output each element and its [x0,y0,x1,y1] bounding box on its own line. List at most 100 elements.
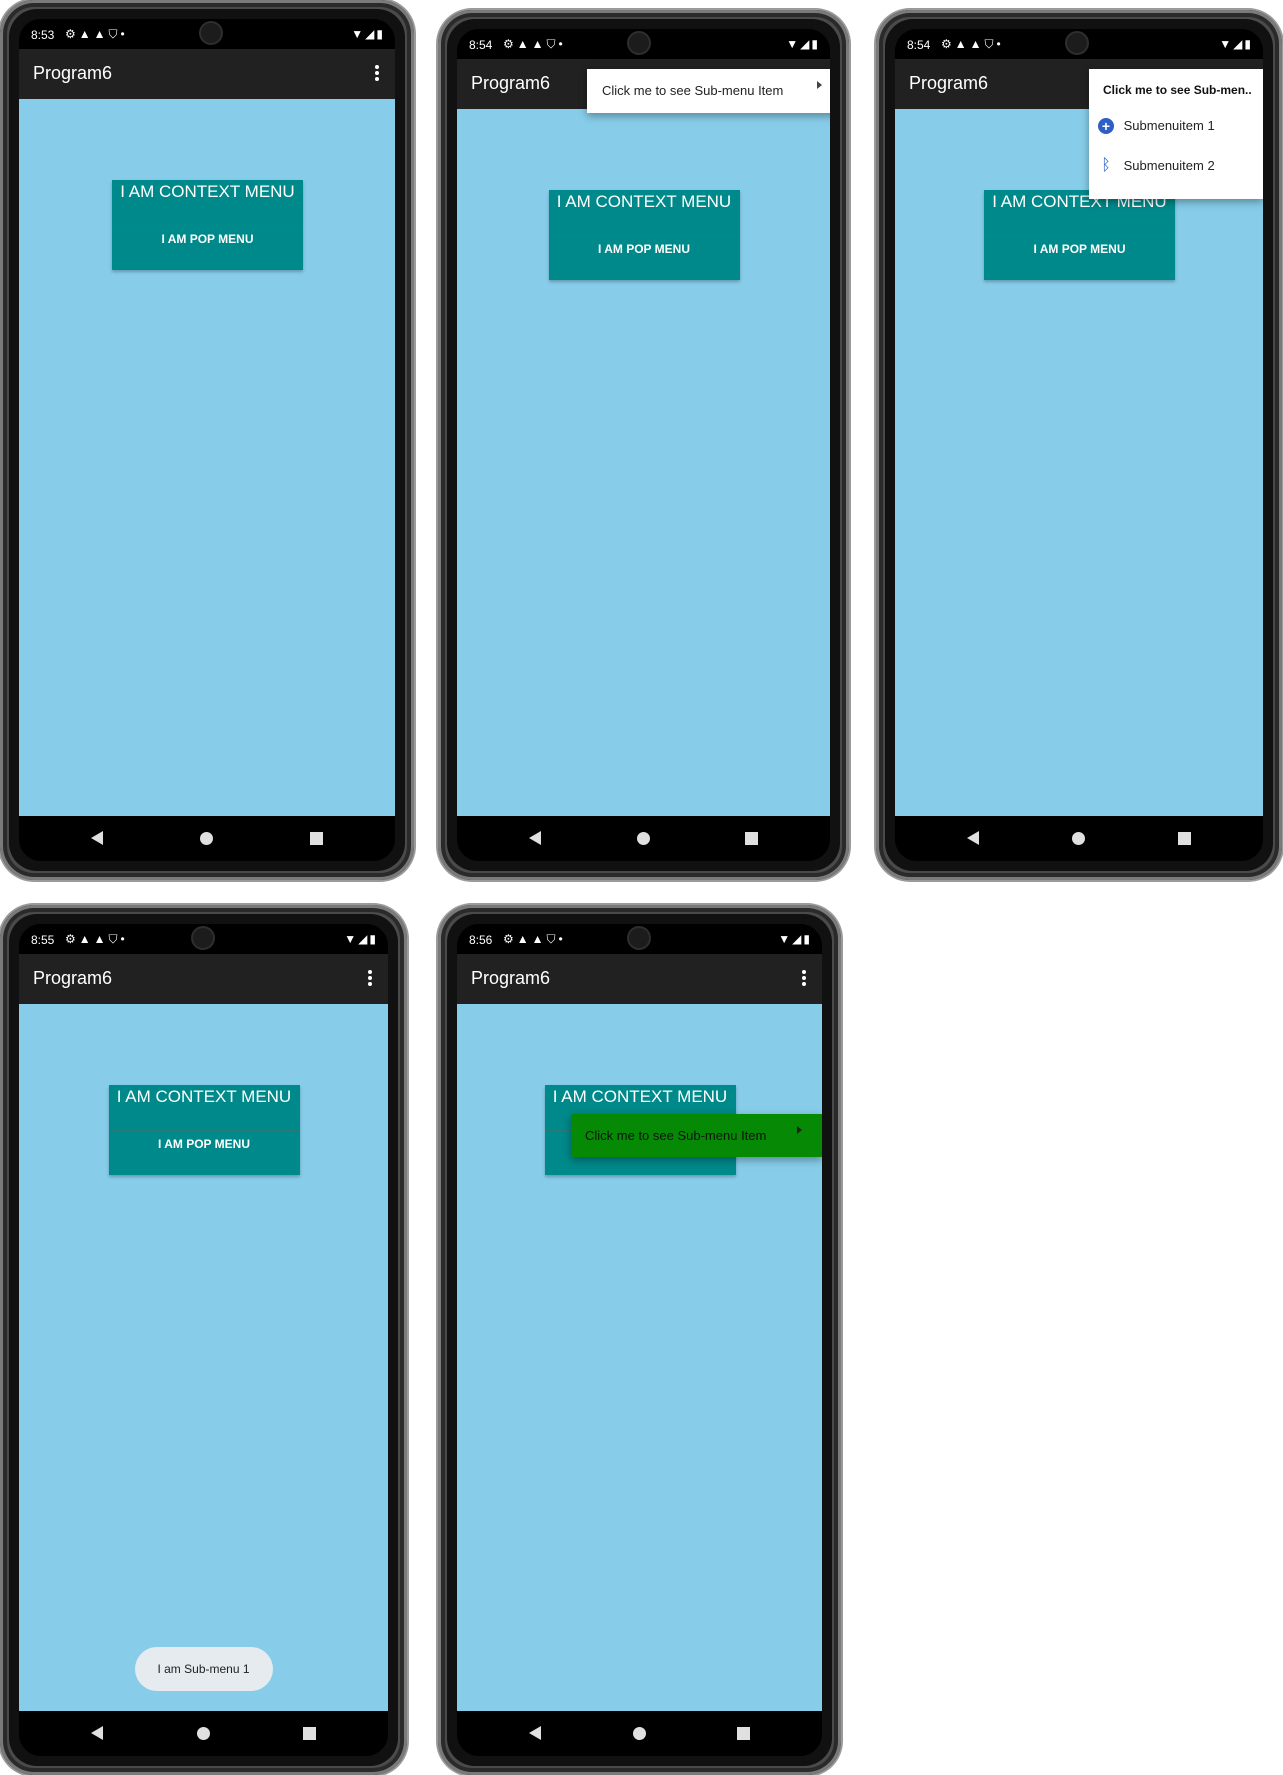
recents-icon[interactable] [1178,832,1191,845]
back-icon[interactable] [967,831,979,845]
content-area: I AM CONTEXT MENU I AM POP MENU [895,109,1263,816]
submenu-parent-item[interactable]: Click me to see Sub-menu Item [571,1114,822,1157]
app-title: Program6 [471,73,551,93]
submenu-parent-label: Click me to see Sub-menu Item [602,83,784,98]
chevron-right-icon [797,1125,802,1134]
toast-message: I am Sub-menu 1 [134,1647,273,1691]
status-bar: 8:54 ⚙▲▲⛉• ▼◢▮ [457,29,830,59]
context-menu-button[interactable]: I AM CONTEXT MENU [549,192,740,212]
recents-icon[interactable] [737,1727,750,1740]
options-menu-popup: Click me to see Sub-menu Item [587,69,830,113]
popup-menu-button[interactable]: I AM POP MENU [984,242,1175,256]
status-system-icons: ▼◢▮ [1219,37,1253,51]
status-notification-icons: ⚙▲▲⛉• [503,37,566,51]
content-area: I AM CONTEXT MENU I AM POP MENU [19,99,395,816]
chevron-right-icon [817,81,822,89]
back-icon[interactable] [529,1726,541,1740]
context-menu-button[interactable]: I AM CONTEXT MENU [109,1087,300,1107]
status-notification-icons: ⚙▲▲⛉• [503,932,566,946]
screen-2: 8:54 ⚙▲▲⛉• ▼◢▮ Program6 I AM CONTEXT MEN… [457,29,830,861]
status-notification-icons: ⚙▲▲⛉• [65,932,128,946]
status-system-icons: ▼◢▮ [351,27,385,41]
submenu-header: Click me to see Sub-men.. [1103,83,1252,97]
context-menu-button[interactable]: I AM CONTEXT MENU [545,1087,736,1107]
divider [112,225,303,226]
status-system-icons: ▼◢▮ [344,932,378,946]
overflow-menu-icon[interactable] [369,63,385,85]
overflow-menu-icon[interactable] [362,968,378,990]
phone-frame-4: 8:55 ⚙▲▲⛉• ▼◢▮ Program6 I AM CONTEXT MEN… [0,905,407,1775]
status-system-icons: ▼◢▮ [778,932,812,946]
submenu-popup: Click me to see Sub-men.. + Submenuitem … [1089,69,1263,199]
camera-icon [201,23,221,43]
navigation-bar [457,1711,822,1756]
home-icon[interactable] [1072,832,1085,845]
submenu-item-2[interactable]: ᛒ Submenuitem 2 [1089,157,1263,197]
divider [984,235,1175,236]
overflow-menu-icon[interactable] [796,968,812,990]
app-title: Program6 [471,968,551,988]
back-icon[interactable] [91,1726,103,1740]
screen-1: 8:53 ⚙▲▲⛉• ▼◢▮ Program6 I AM CONTEXT MEN… [19,19,395,861]
submenu-parent-label: Click me to see Sub-menu Item [585,1128,767,1143]
submenu-item-1-label: Submenuitem 1 [1123,118,1215,134]
recents-icon[interactable] [303,1727,316,1740]
status-time: 8:53 [31,28,55,42]
popup-menu-button[interactable]: I AM POP MENU [109,1137,300,1151]
recents-icon[interactable] [745,832,758,845]
back-icon[interactable] [91,831,103,845]
content-area: I AM CONTEXT MENU I AM POP MENU [457,109,830,816]
app-bar: Program6 [19,954,388,1004]
app-bar: Program6 [19,49,395,99]
navigation-bar [19,1711,388,1756]
camera-icon [1067,33,1087,53]
back-icon[interactable] [529,831,541,845]
navigation-bar [457,816,830,861]
status-bar: 8:56 ⚙▲▲⛉• ▼◢▮ [457,924,822,954]
screen-3: 8:54 ⚙▲▲⛉• ▼◢▮ Program6 I AM CONTEXT MEN… [895,29,1263,861]
app-bar: Program6 [457,954,822,1004]
button-group: I AM CONTEXT MENU I AM POP MENU [984,190,1175,280]
phone-frame-5: 8:56 ⚙▲▲⛉• ▼◢▮ Program6 I AM CONTEXT MEN… [438,905,841,1775]
popup-menu-button[interactable]: I AM POP MENU [112,232,303,246]
divider [108,1130,300,1131]
status-system-icons: ▼◢▮ [786,37,820,51]
status-bar: 8:54 ⚙▲▲⛉• ▼◢▮ [895,29,1263,59]
home-icon[interactable] [196,1727,210,1740]
status-notification-icons: ⚙▲▲⛉• [65,27,128,41]
navigation-bar [19,816,395,861]
button-group: I AM CONTEXT MENU I AM POP MENU [112,180,303,270]
status-bar: 8:55 ⚙▲▲⛉• ▼◢▮ [19,924,388,954]
content-area: I AM CONTEXT MENU I AM POP MENU I am Sub… [19,1004,388,1711]
button-group: I AM CONTEXT MENU I AM POP MENU [108,1085,300,1175]
submenu-parent-item[interactable]: Click me to see Sub-menu Item [587,69,830,113]
app-title: Program6 [909,73,989,93]
navigation-bar [895,816,1263,861]
submenu-item-1[interactable]: + Submenuitem 1 [1089,113,1263,157]
popup-menu-button[interactable]: I AM POP MENU [549,242,740,256]
camera-icon [629,928,649,948]
bluetooth-icon: ᛒ [1101,156,1111,174]
button-group: I AM CONTEXT MENU I AM POP MENU [548,190,740,280]
camera-icon [193,928,213,948]
home-icon[interactable] [636,832,650,845]
phone-frame-3: 8:54 ⚙▲▲⛉• ▼◢▮ Program6 I AM CONTEXT MEN… [876,10,1282,880]
status-time: 8:54 [469,38,493,52]
recents-icon[interactable] [310,832,323,845]
context-menu-popup: Click me to see Sub-menu Item [571,1114,822,1157]
home-icon[interactable] [200,832,213,845]
status-bar: 8:53 ⚙▲▲⛉• ▼◢▮ [19,19,395,49]
context-menu-button[interactable]: I AM CONTEXT MENU [112,182,303,202]
phone-frame-2: 8:54 ⚙▲▲⛉• ▼◢▮ Program6 I AM CONTEXT MEN… [438,10,849,880]
submenu-item-2-label: Submenuitem 2 [1123,158,1215,174]
camera-icon [629,33,649,53]
screen-4: 8:55 ⚙▲▲⛉• ▼◢▮ Program6 I AM CONTEXT MEN… [19,924,388,1756]
phone-frame-1: 8:53 ⚙▲▲⛉• ▼◢▮ Program6 I AM CONTEXT MEN… [0,0,414,880]
divider [548,235,740,236]
content-area: I AM CONTEXT MENU I AM POP MENU [457,1004,822,1711]
home-icon[interactable] [632,1727,646,1740]
status-time: 8:54 [907,38,931,52]
status-time: 8:56 [469,933,493,947]
status-notification-icons: ⚙▲▲⛉• [941,37,1004,51]
screen-5: 8:56 ⚙▲▲⛉• ▼◢▮ Program6 I AM CONTEXT MEN… [457,924,822,1756]
